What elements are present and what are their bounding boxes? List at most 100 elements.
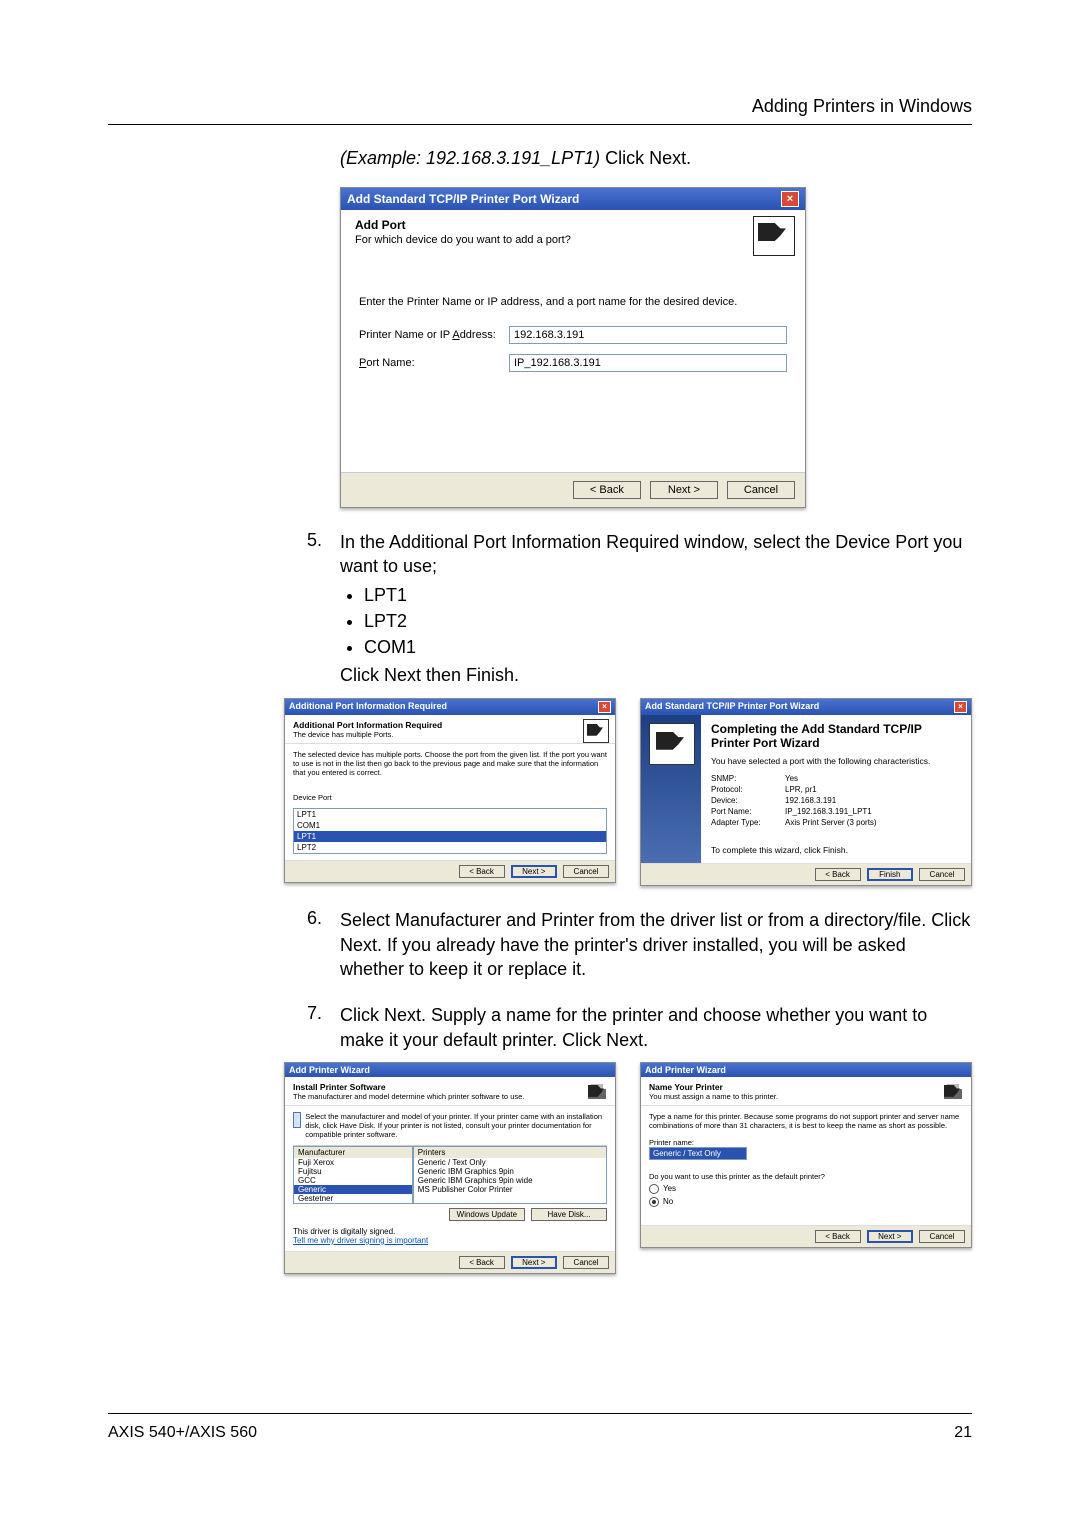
dlg-addl-h2: The device has multiple Ports. (293, 730, 607, 739)
list-item[interactable]: GCC (294, 1176, 412, 1185)
list-item[interactable]: Generic / Text Only (414, 1158, 606, 1167)
dlg-name-h1: Name Your Printer (649, 1082, 963, 1092)
header-rule (108, 124, 972, 125)
close-icon[interactable]: × (954, 701, 967, 713)
summary-key: Protocol: (711, 785, 785, 794)
next-button[interactable]: Next > (867, 1230, 913, 1243)
summary-key: Device: (711, 796, 785, 805)
next-button[interactable]: Next > (650, 481, 718, 499)
dlg-install-body: Select the manufacturer and model of you… (305, 1112, 607, 1139)
example-line: (Example: 192.168.3.191_LPT1) Click Next… (340, 148, 972, 169)
have-disk-button[interactable]: Have Disk... (531, 1208, 607, 1221)
cancel-button[interactable]: Cancel (727, 481, 795, 499)
list-item[interactable]: MS Publisher Color Printer (414, 1185, 606, 1194)
summary-val: Axis Print Server (3 ports) (785, 818, 877, 827)
radio-yes[interactable]: Yes (649, 1184, 963, 1194)
dialog-name-printer: Add Printer Wizard Name Your Printer You… (640, 1062, 972, 1248)
label-printer-address: Printer Name or IP Address: (359, 329, 509, 341)
dlg-complete-lead: You have selected a port with the follow… (711, 756, 961, 766)
cancel-button[interactable]: Cancel (919, 868, 965, 881)
list-item[interactable]: COM1 (294, 820, 606, 831)
label-device-port: Device Port (293, 793, 607, 802)
example-italic: (Example: 192.168.3.191_LPT1) (340, 148, 605, 168)
list-item[interactable]: Fujitsu (294, 1167, 412, 1176)
cancel-button[interactable]: Cancel (919, 1230, 965, 1243)
bullet-lpt2: LPT2 (364, 609, 972, 633)
back-button[interactable]: < Back (459, 1256, 505, 1269)
back-button[interactable]: < Back (573, 481, 641, 499)
dlg-complete-heading: Completing the Add Standard TCP/IP Print… (711, 723, 961, 751)
step7-text: Click Next. Supply a name for the printe… (340, 1003, 972, 1052)
driver-signed: This driver is digitally signed. (293, 1227, 395, 1236)
dlg-install-h1: Install Printer Software (293, 1082, 607, 1092)
prn-header: Printers (414, 1147, 606, 1158)
printer-cable-icon (649, 723, 695, 765)
step5-bullets: LPT1 LPT2 COM1 (364, 583, 972, 660)
summary-val: IP_192.168.3.191_LPT1 (785, 807, 872, 816)
default-printer-question: Do you want to use this printer as the d… (649, 1172, 963, 1181)
step6-text: Select Manufacturer and Printer from the… (340, 908, 972, 981)
prn-list[interactable]: Generic / Text Only Generic IBM Graphics… (414, 1158, 606, 1194)
label-printer-name: Printer name: (649, 1138, 963, 1147)
list-item[interactable]: LPT2 (294, 842, 606, 853)
list-item[interactable]: Generic IBM Graphics 9pin (414, 1167, 606, 1176)
step5-after: Click Next then Finish. (340, 663, 972, 687)
dlg-addl-body: The selected device has multiple ports. … (293, 750, 607, 777)
next-button[interactable]: Next > (511, 865, 557, 878)
list-item-selected[interactable]: LPT1 (294, 831, 606, 842)
dialog-additional-port: Additional Port Information Required × A… (284, 698, 616, 883)
step-number-6: 6. (284, 908, 340, 981)
printer-cable-icon (583, 719, 609, 743)
back-button[interactable]: < Back (815, 868, 861, 881)
summary-val: Yes (785, 774, 798, 783)
back-button[interactable]: < Back (815, 1230, 861, 1243)
dlg-install-h2: The manufacturer and model determine whi… (293, 1092, 607, 1101)
label-port-name: Port Name: (359, 357, 509, 369)
cancel-button[interactable]: Cancel (563, 1256, 609, 1269)
summary-key: SNMP: (711, 774, 785, 783)
back-button[interactable]: < Back (459, 865, 505, 878)
step-number-5: 5. (284, 530, 340, 688)
summary-key: Adapter Type: (711, 818, 785, 827)
list-item[interactable]: LPT1 (294, 809, 606, 820)
wizard-side-strip (641, 715, 701, 864)
dlg-name-body: Type a name for this printer. Because so… (649, 1112, 963, 1130)
finish-button[interactable]: Finish (867, 868, 913, 881)
summary-key: Port Name: (711, 807, 785, 816)
list-item-selected[interactable]: Generic (294, 1185, 412, 1194)
dialog-completing-port: Add Standard TCP/IP Printer Port Wizard … (640, 698, 972, 887)
dialog-install-software: Add Printer Wizard Install Printer Softw… (284, 1062, 616, 1274)
dialog-note: Enter the Printer Name or IP address, an… (359, 296, 787, 308)
radio-no[interactable]: No (649, 1197, 963, 1207)
list-item[interactable]: Fuji Xerox (294, 1158, 412, 1167)
printer-icon (941, 1081, 965, 1103)
mfr-list[interactable]: Fuji Xerox Fujitsu GCC Generic Gestetner (294, 1158, 412, 1203)
example-rest: Click Next. (605, 148, 691, 168)
cancel-button[interactable]: Cancel (563, 865, 609, 878)
close-icon[interactable]: × (781, 191, 799, 207)
list-item[interactable]: Gestetner (294, 1194, 412, 1203)
windows-update-button[interactable]: Windows Update (449, 1208, 525, 1221)
close-icon[interactable]: × (598, 701, 611, 713)
footer-rule (108, 1413, 972, 1414)
mfr-header: Manufacturer (294, 1147, 412, 1158)
printer-icon (585, 1081, 609, 1103)
section-title: Adding Printers in Windows (752, 96, 972, 117)
bullet-com1: COM1 (364, 635, 972, 659)
signing-link[interactable]: Tell me why driver signing is important (293, 1236, 428, 1245)
dialog-subheading: For which device do you want to add a po… (355, 234, 791, 246)
input-printer-address[interactable] (509, 326, 787, 344)
device-port-listbox[interactable]: LPT1 COM1 LPT1 LPT2 (293, 808, 607, 854)
step-number-7: 7. (284, 1003, 340, 1052)
dialog-heading: Add Port (355, 218, 791, 232)
input-port-name[interactable] (509, 354, 787, 372)
dlg-name-h2: You must assign a name to this printer. (649, 1092, 963, 1101)
summary-val: LPR, pr1 (785, 785, 817, 794)
list-item[interactable]: Generic IBM Graphics 9pin wide (414, 1176, 606, 1185)
next-button[interactable]: Next > (511, 1256, 557, 1269)
bullet-lpt1: LPT1 (364, 583, 972, 607)
step5-text: In the Additional Port Information Requi… (340, 532, 962, 576)
page-number: 21 (954, 1424, 972, 1442)
input-printer-name[interactable]: Generic / Text Only (649, 1147, 747, 1160)
dlg-addl-h1: Additional Port Information Required (293, 720, 607, 730)
